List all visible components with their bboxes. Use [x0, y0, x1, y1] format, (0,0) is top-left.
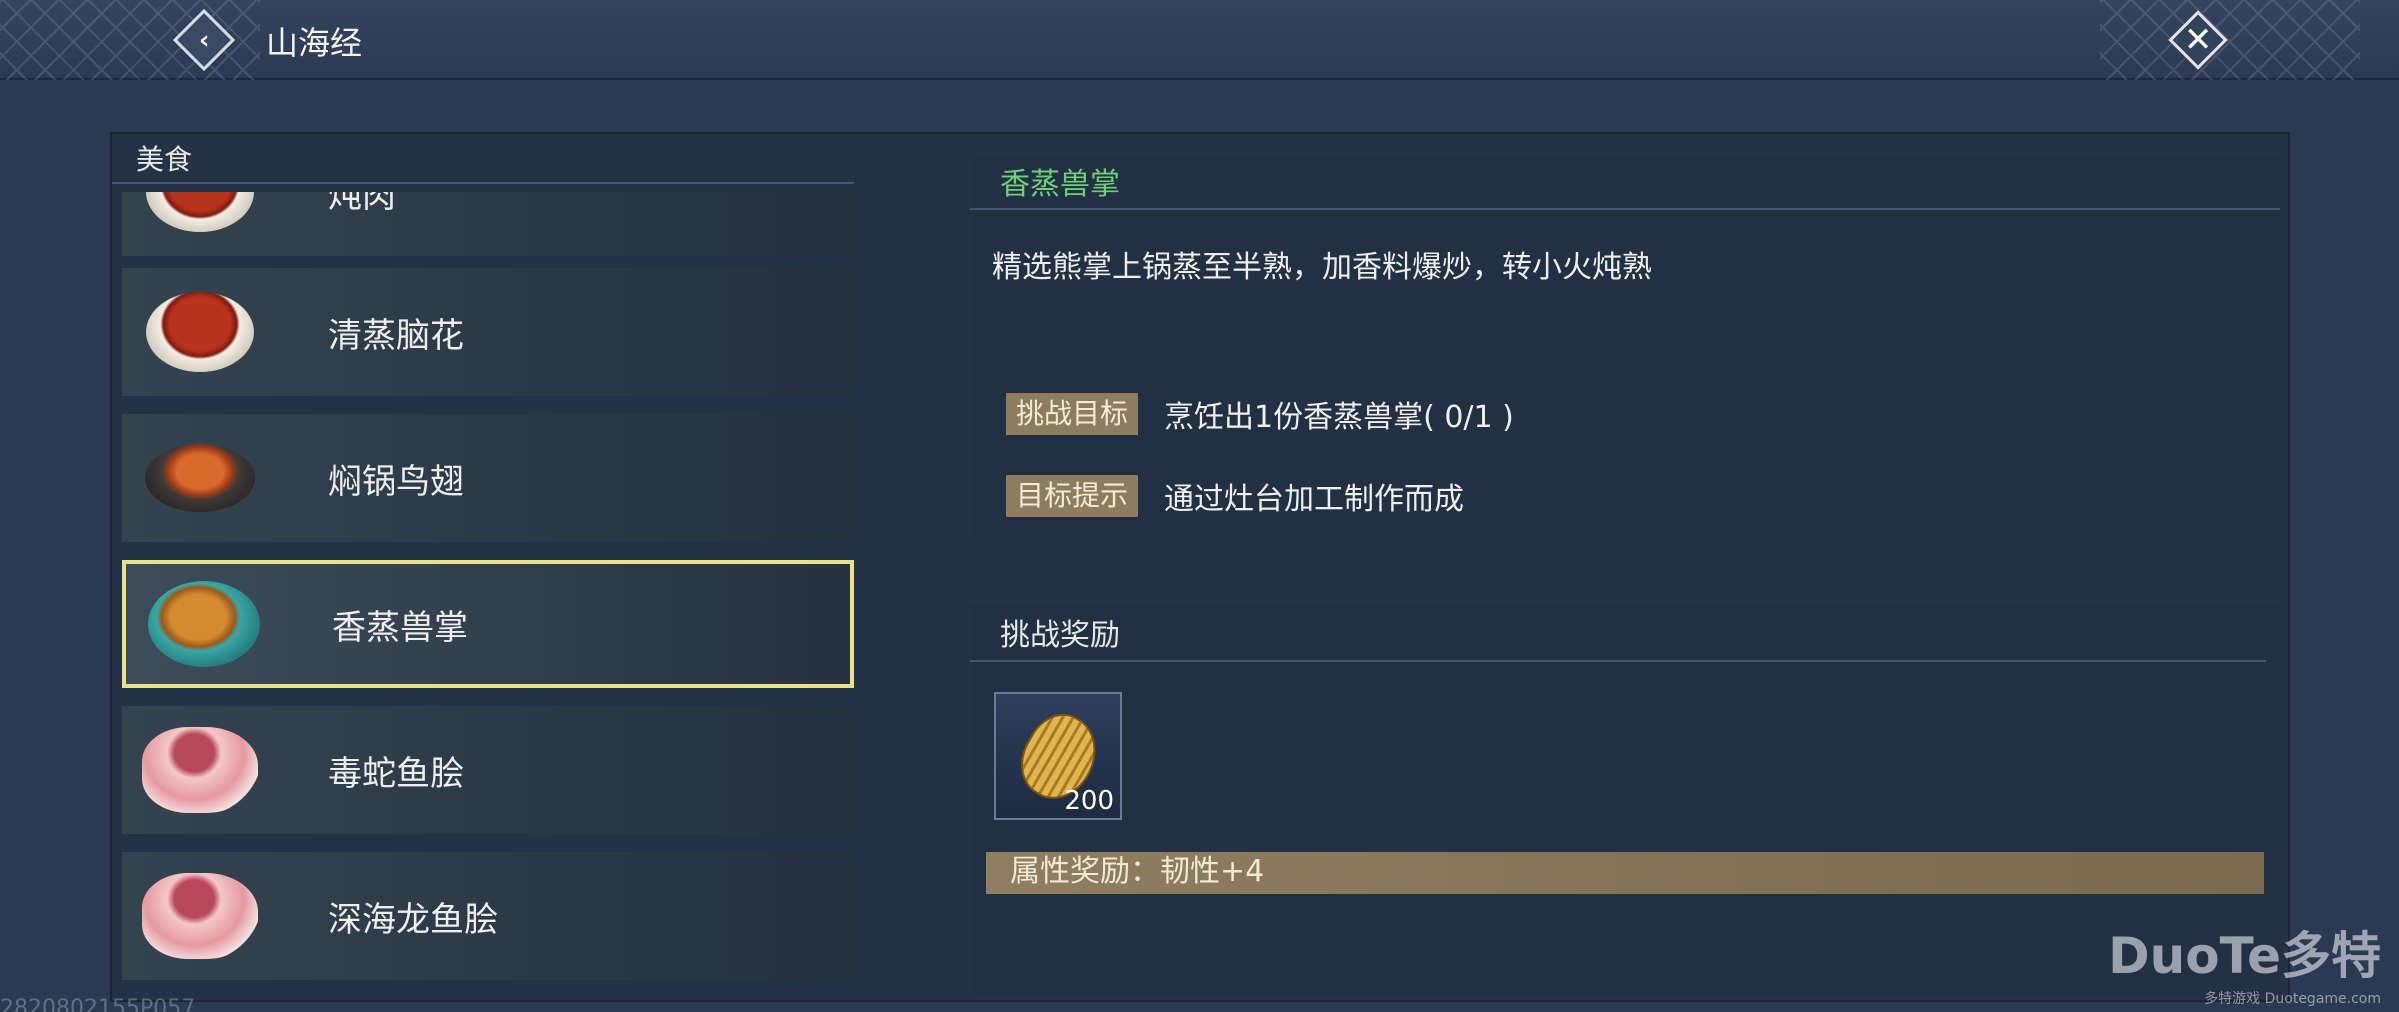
attribute-reward-bar: 属性奖励：韧性+4 — [986, 852, 2264, 894]
watermark-subtext: 多特游戏 Duotegame.com — [2204, 991, 2381, 1007]
list-item-dunrou[interactable]: 炖肉 — [122, 192, 854, 256]
close-x-icon: ✕ — [2183, 20, 2213, 60]
back-chevron-icon: ‹ — [198, 25, 210, 55]
dish-pot-icon — [140, 428, 260, 528]
category-header: 美食 — [112, 140, 854, 184]
reward-quantity: 200 — [1064, 786, 1114, 816]
list-item-menguo-niaochi[interactable]: 焖锅鸟翅 — [122, 414, 854, 542]
watermark-logo: DuoTe多特 多特游戏 Duotegame.com — [2108, 916, 2381, 1008]
hint-text: 通过灶台加工制作而成 — [1164, 482, 1465, 517]
goal-row: 挑战目标 烹饪出1份香蒸兽掌( 0/1 ) — [1006, 392, 1514, 436]
decor-pattern-right — [2100, 0, 2360, 80]
food-list[interactable]: 炖肉 清蒸脑花 焖锅鸟翅 香蒸兽掌 毒蛇鱼脍 深海龙鱼脍 — [122, 192, 854, 997]
dish-bowl-icon — [140, 282, 260, 382]
list-item-shenhai-longyukuai[interactable]: 深海龙鱼脍 — [122, 852, 854, 980]
list-item-label: 香蒸兽掌 — [332, 607, 468, 648]
list-item-qingzheng-naohua[interactable]: 清蒸脑花 — [122, 268, 854, 396]
goal-text: 烹饪出1份香蒸兽掌( 0/1 ) — [1164, 400, 1514, 435]
top-bar: ‹ 山海经 ✕ — [0, 0, 2399, 80]
goal-label: 挑战目标 — [1006, 393, 1139, 435]
page-title: 山海经 — [266, 24, 363, 62]
list-item-label: 焖锅鸟翅 — [328, 461, 464, 502]
list-item-xiangzheng-shouzhang[interactable]: 香蒸兽掌 — [122, 560, 854, 688]
reward-item-slot[interactable]: 200 — [994, 692, 1122, 820]
list-item-label: 炖肉 — [328, 192, 396, 216]
dish-bowl-icon — [140, 192, 260, 242]
raw-fish-icon — [140, 720, 260, 820]
watermark-text: DuoTe多特 — [2108, 927, 2381, 985]
hint-row: 目标提示 通过灶台加工制作而成 — [1006, 474, 1464, 518]
back-button[interactable]: ‹ — [172, 8, 236, 72]
dish-detail-panel: 香蒸兽掌 精选熊掌上锅蒸至半熟，加香料爆炒，转小火炖熟 挑战目标 烹饪出1份香蒸… — [970, 154, 2280, 536]
reward-panel: 挑战奖励 200 属性奖励：韧性+4 — [970, 604, 2280, 994]
dish-title: 香蒸兽掌 — [970, 164, 2280, 210]
close-button[interactable]: ✕ — [2166, 8, 2230, 72]
main-panel: 美食 炖肉 清蒸脑花 焖锅鸟翅 香蒸兽掌 毒蛇鱼脍 深海龙鱼脍 香蒸兽掌 精选熊 — [110, 132, 2290, 1002]
list-item-label: 清蒸脑花 — [328, 315, 464, 356]
list-item-dushe-yukuai[interactable]: 毒蛇鱼脍 — [122, 706, 854, 834]
dish-plate-icon — [144, 574, 264, 674]
raw-fish-icon — [140, 866, 260, 966]
footer-id: 2820802155P057 — [0, 996, 196, 1012]
hint-label: 目标提示 — [1006, 475, 1139, 517]
dish-description: 精选熊掌上锅蒸至半熟，加香料爆炒，转小火炖熟 — [992, 250, 1652, 285]
list-item-label: 毒蛇鱼脍 — [328, 753, 464, 794]
list-item-label: 深海龙鱼脍 — [328, 899, 498, 940]
reward-title: 挑战奖励 — [970, 614, 2266, 662]
